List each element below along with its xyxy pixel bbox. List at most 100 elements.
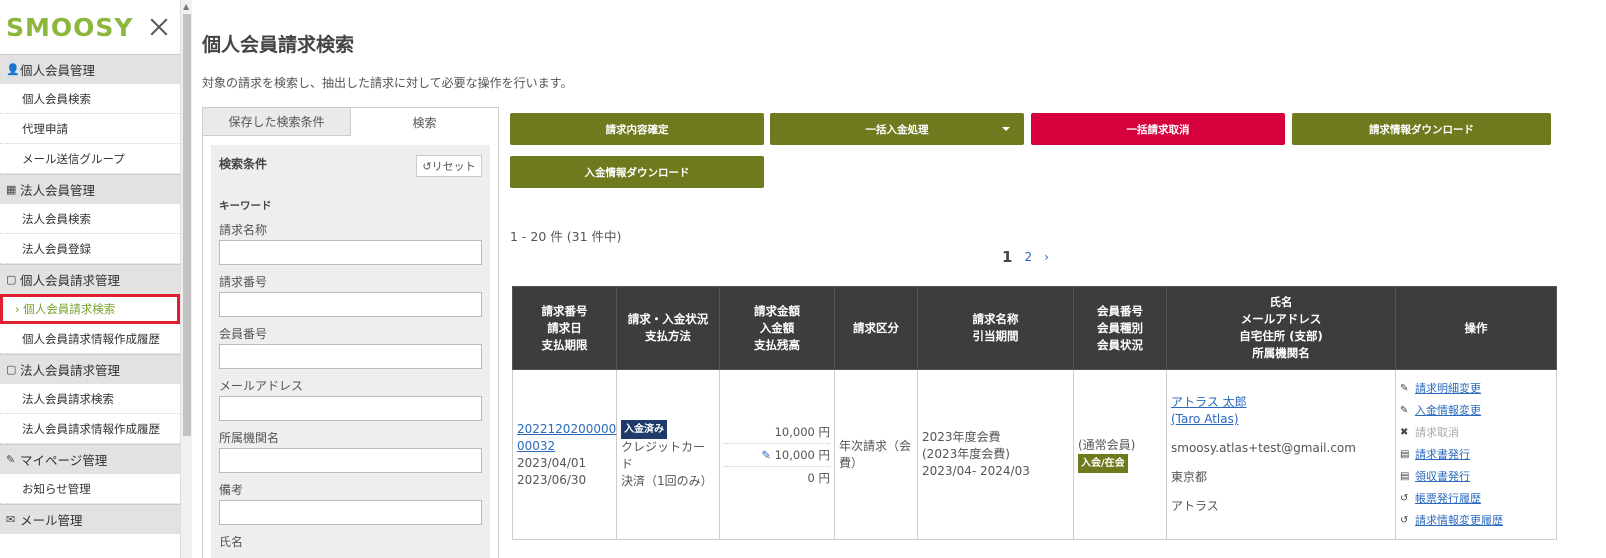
- sidebar-item-notices[interactable]: お知らせ管理: [0, 474, 180, 504]
- nav-section-label: 個人会員請求管理: [20, 273, 121, 288]
- person-address: 東京都: [1171, 470, 1208, 484]
- tab-search[interactable]: 検索: [351, 108, 498, 136]
- cross-icon: ✖: [1400, 426, 1409, 438]
- cell-person: アトラス 太郎 (Taro Atlas) smoosy.atlas+test@gm…: [1166, 369, 1396, 540]
- nav-section-label: メール管理: [20, 513, 83, 528]
- sidebar-item-mail-group[interactable]: メール送信グループ: [0, 144, 180, 174]
- pencil-icon: ✎: [761, 447, 775, 462]
- sidebar-item-proxy[interactable]: 代理申請: [0, 114, 180, 144]
- download-billing-button[interactable]: 請求情報ダウンロード: [1292, 113, 1551, 145]
- status-badge: 入金済み: [621, 419, 667, 439]
- table-row: 2022120200000 00032 2023/04/01 2023/06/30…: [512, 369, 1557, 540]
- sidebar-item-billing-history[interactable]: 個人会員請求情報作成履歴: [0, 324, 180, 354]
- col-header-member: 会員番号 会員種別 会員状況: [1073, 286, 1167, 370]
- member-type: (通常会員): [1078, 437, 1136, 452]
- sidebar-item-corp-register[interactable]: 法人会員登録: [0, 234, 180, 264]
- sidebar-item-billing-search[interactable]: › 個人会員請求検索: [0, 294, 180, 324]
- nav-section-individual[interactable]: 👤 個人会員管理: [0, 54, 180, 84]
- history-icon: ↺: [1400, 514, 1409, 526]
- nav-section-individual-billing[interactable]: ▢ 個人会員請求管理: [0, 264, 180, 294]
- op-edit-details[interactable]: ✎ 請求明細変更: [1400, 378, 1552, 400]
- pencil-icon: ✎: [1400, 382, 1409, 394]
- sidebar-scrollbar[interactable]: ▲: [180, 0, 192, 558]
- email-input[interactable]: [219, 396, 482, 421]
- field-label-email: メールアドレス: [219, 379, 304, 393]
- col-header-operations: 操作: [1395, 286, 1557, 370]
- next-page-icon[interactable]: ›: [1044, 250, 1049, 264]
- search-tabs: 保存した検索条件 検索: [203, 108, 498, 136]
- table-header-row: 請求番号 請求日 支払期限 請求・入金状況 支払方法 請求金額 入金額 支払残高 請求区分…: [512, 286, 1557, 370]
- sidebar-item-corp-billing-history[interactable]: 法人会員請求情報作成履歴: [0, 414, 180, 444]
- user-icon: 👤: [6, 63, 20, 76]
- close-icon[interactable]: [148, 16, 170, 38]
- field-label-name: 氏名: [219, 535, 244, 549]
- paid-amount: 10,000 円: [774, 447, 830, 462]
- page-description: 対象の請求を検索し、抽出した請求に対して必要な操作を行います。: [202, 76, 573, 90]
- org-input[interactable]: [219, 448, 482, 473]
- reset-button[interactable]: ↺ リセット: [416, 155, 482, 177]
- remarks-input[interactable]: [219, 500, 482, 525]
- download-payment-button[interactable]: 入金情報ダウンロード: [510, 156, 764, 188]
- nav-section-corporate-billing[interactable]: ▢ 法人会員請求管理: [0, 354, 180, 384]
- building-icon: ▦: [6, 183, 17, 196]
- cell-operations: ✎ 請求明細変更 ✎ 入金情報変更 ✖ 請求取消 ▤ 請求書発行 ▤ 領収書発行 ↺ 帳票発…: [1395, 369, 1557, 540]
- nav-section-mypage[interactable]: ✎ マイページ管理: [0, 444, 180, 474]
- op-form-history[interactable]: ↺ 帳票発行履歴: [1400, 488, 1552, 510]
- keyword-label: キーワード: [219, 200, 272, 212]
- billing-name-input[interactable]: [219, 240, 482, 265]
- nav-section-label: マイページ管理: [20, 453, 108, 468]
- due-date: 2023/06/30: [517, 472, 587, 487]
- sidebar-item-corp-search[interactable]: 法人会員検索: [0, 204, 180, 234]
- col-header-status: 請求・入金状況 支払方法: [616, 286, 720, 370]
- op-issue-receipt[interactable]: ▤ 領収書発行: [1400, 466, 1552, 488]
- balance-amount: 0 円: [807, 470, 830, 485]
- billing-no-input[interactable]: [219, 292, 482, 317]
- bulk-cancel-button[interactable]: 一括請求取消: [1031, 113, 1285, 145]
- nav-section-label: 個人会員管理: [20, 63, 96, 78]
- col-header-amount: 請求金額 入金額 支払残高: [719, 286, 835, 370]
- paid-amount-row[interactable]: ✎ 10,000 円: [724, 444, 830, 467]
- reset-icon: ↺: [422, 159, 432, 173]
- scroll-up-icon[interactable]: ▲: [183, 2, 189, 11]
- sidebar-item-member-search[interactable]: 個人会員検索: [0, 84, 180, 114]
- person-org: アトラス: [1171, 499, 1219, 513]
- billing-name-sub: (2023年度会費): [922, 447, 1010, 461]
- reset-label: リセット: [431, 160, 476, 173]
- person-email: smoosy.atlas+test@gmail.com: [1171, 441, 1356, 455]
- document-icon: ▤: [1400, 470, 1410, 482]
- field-label-billing-no: 請求番号: [219, 275, 268, 289]
- op-issue-invoice[interactable]: ▤ 請求書発行: [1400, 444, 1552, 466]
- payment-method: クレジットカード 決済（1回のみ）: [621, 439, 713, 488]
- page-link-2[interactable]: 2: [1024, 250, 1032, 264]
- confirm-billing-button[interactable]: 請求内容確定: [510, 113, 764, 145]
- field-label-org: 所属機関名: [219, 431, 280, 445]
- pen-icon: ✎: [6, 453, 16, 466]
- page-title: 個人会員請求検索: [202, 34, 355, 56]
- bulk-payment-button[interactable]: 一括入金処理: [770, 113, 1024, 145]
- op-edit-payment[interactable]: ✎ 入金情報変更: [1400, 400, 1552, 422]
- billing-table: 請求番号 請求日 支払期限 請求・入金状況 支払方法 請求金額 入金額 支払残高 請求区分…: [512, 286, 1557, 540]
- op-change-history[interactable]: ↺ 請求情報変更履歴: [1400, 510, 1552, 532]
- invoice-date: 2023/04/01: [517, 455, 587, 470]
- bulk-payment-label: 一括入金処理: [865, 123, 929, 136]
- document-icon: ▢: [6, 273, 17, 286]
- logo: SMOOSY: [6, 12, 134, 42]
- pagination: 1 2 ›: [1002, 248, 1049, 266]
- logo-row: SMOOSY: [0, 0, 180, 54]
- cell-category: 年次請求（会費）: [834, 369, 918, 540]
- scroll-thumb[interactable]: [183, 14, 191, 436]
- nav-section-corporate[interactable]: ▦ 法人会員管理: [0, 174, 180, 204]
- tab-saved-conditions[interactable]: 保存した検索条件: [203, 108, 351, 136]
- sidebar-item-corp-billing-search[interactable]: 法人会員請求検索: [0, 384, 180, 414]
- invoice-number-link[interactable]: 2022120200000 00032: [517, 421, 616, 455]
- result-count: 1 - 20 件 (31 件中): [510, 229, 622, 244]
- person-name-link[interactable]: アトラス 太郎 (Taro Atlas): [1171, 394, 1391, 428]
- cell-billing-name: 2023年度会費 (2023年度会費) 2023/04- 2024/03: [917, 369, 1074, 540]
- nav-section-mail[interactable]: ✉ メール管理: [0, 504, 180, 534]
- member-no-input[interactable]: [219, 344, 482, 369]
- col-header-person: 氏名 メールアドレス 自宅住所 (支部) 所属機関名: [1166, 286, 1396, 370]
- search-panel: 保存した検索条件 検索 検索条件 ↺ リセット キーワード 請求名称 請求番号 …: [202, 107, 499, 558]
- field-label-billing-name: 請求名称: [219, 223, 268, 237]
- col-header-category: 請求区分: [834, 286, 918, 370]
- cell-invoice: 2022120200000 00032 2023/04/01 2023/06/30: [512, 369, 617, 540]
